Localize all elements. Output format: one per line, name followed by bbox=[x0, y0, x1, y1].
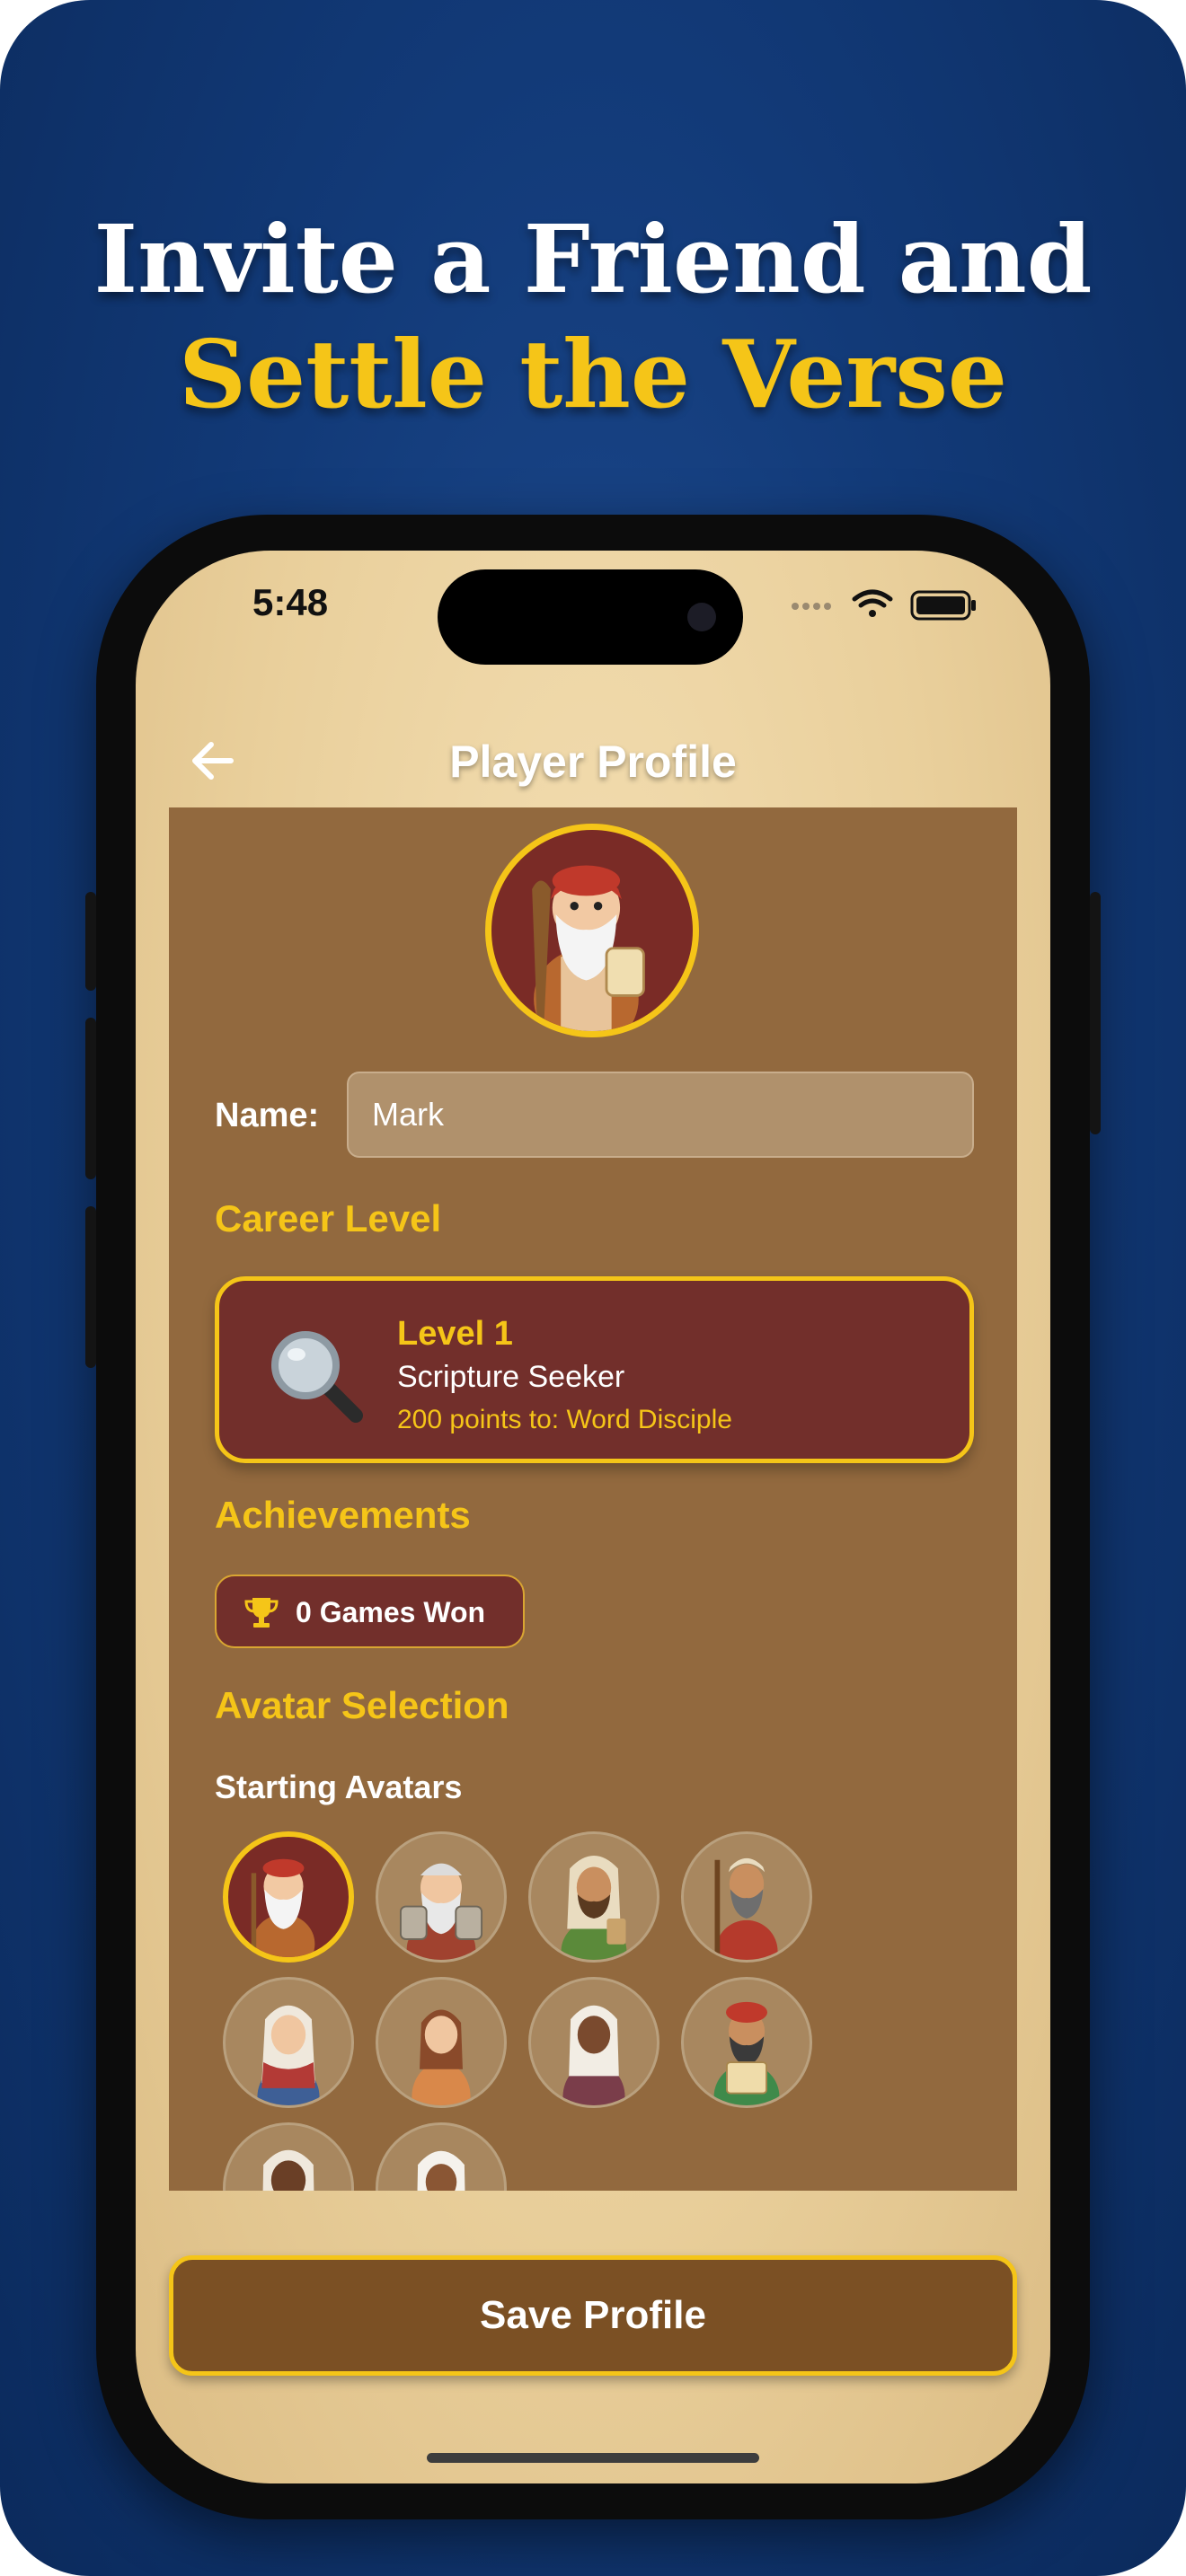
woman-blue-avatar-icon bbox=[257, 2005, 320, 2105]
side-button-power bbox=[1090, 892, 1101, 1134]
avatar-option-woman-blue[interactable] bbox=[223, 1977, 354, 2108]
name-input[interactable] bbox=[347, 1072, 974, 1158]
trophy-icon bbox=[244, 1598, 279, 1628]
avatar-option-scribe[interactable] bbox=[681, 1977, 812, 2108]
moses-avatar-icon bbox=[399, 1863, 483, 1960]
games-won-badge: 0 Games Won bbox=[215, 1575, 525, 1648]
profile-panel: Name: Career Level Level 1 Scripture See… bbox=[169, 807, 1017, 2191]
promo-background: Invite a Friend and Settle the Verse 5:4… bbox=[0, 0, 1186, 2576]
games-won-text: 0 Games Won bbox=[296, 1596, 486, 1628]
level-next-rank: 200 points to: Word Disciple bbox=[397, 1405, 732, 1434]
camera-icon bbox=[687, 603, 716, 631]
home-indicator[interactable] bbox=[427, 2453, 759, 2463]
avatar-option-young-man[interactable] bbox=[528, 1831, 659, 1963]
headline-line-2: Settle the Verse bbox=[178, 319, 1008, 429]
status-icons bbox=[792, 589, 976, 621]
name-label: Name: bbox=[215, 1097, 320, 1134]
young-man-avatar-icon bbox=[561, 1855, 627, 1960]
level-number: Level 1 bbox=[397, 1315, 513, 1353]
avatar-option-girl-orange[interactable] bbox=[376, 1977, 507, 2108]
side-button-volume-down bbox=[85, 1206, 96, 1368]
app-screen: 5:48 Player Profile Name: Mark Career Le… bbox=[136, 551, 1050, 2483]
profile-avatar[interactable] bbox=[485, 824, 699, 1037]
scribe-avatar-icon bbox=[713, 2001, 780, 2105]
battery-icon bbox=[910, 590, 976, 621]
status-time: 5:48 bbox=[252, 581, 329, 623]
girl-orange-avatar-icon bbox=[412, 2009, 471, 2105]
wifi-icon bbox=[852, 589, 893, 617]
side-button-volume-up bbox=[85, 1018, 96, 1179]
elder-avatar-illustration bbox=[532, 865, 645, 1031]
woman-white-avatar-icon bbox=[562, 2005, 625, 2105]
avatar-option-woman-headcloth[interactable] bbox=[376, 2122, 507, 2191]
side-button-mute bbox=[85, 892, 96, 991]
promo-headline: Invite a Friend and Settle the Verse bbox=[0, 202, 1186, 432]
man-headcloth-avatar-icon bbox=[262, 2150, 314, 2191]
achievements-heading: Achievements bbox=[215, 1494, 471, 1536]
headline-line-1: Invite a Friend and bbox=[93, 204, 1093, 314]
save-profile-button[interactable]: Save Profile bbox=[169, 2255, 1017, 2376]
career-level-heading: Career Level bbox=[215, 1197, 442, 1239]
prophet-avatar-icon bbox=[714, 1857, 778, 1960]
signal-dots-icon bbox=[792, 603, 831, 610]
phone-frame: 5:48 Player Profile Name: Mark Career Le… bbox=[85, 515, 1101, 2519]
avatar-option-man-headcloth[interactable] bbox=[223, 2122, 354, 2191]
magnifying-glass-icon bbox=[271, 1331, 363, 1423]
woman-headcloth-avatar-icon bbox=[417, 2150, 465, 2191]
avatar-option-woman-white[interactable] bbox=[528, 1977, 659, 2108]
avatar-option-elder[interactable] bbox=[223, 1831, 354, 1963]
avatar-option-moses[interactable] bbox=[376, 1831, 507, 1963]
avatar-selection-heading: Avatar Selection bbox=[215, 1684, 509, 1726]
page-title: Player Profile bbox=[449, 737, 737, 787]
career-level-card: Level 1 Scripture Seeker 200 points to: … bbox=[215, 1276, 974, 1463]
dynamic-island bbox=[438, 569, 743, 665]
starting-avatars-heading: Starting Avatars bbox=[215, 1769, 463, 1805]
level-rank: Scripture Seeker bbox=[397, 1360, 625, 1394]
elder-avatar-icon bbox=[251, 1858, 315, 1957]
avatar-option-prophet[interactable] bbox=[681, 1831, 812, 1963]
